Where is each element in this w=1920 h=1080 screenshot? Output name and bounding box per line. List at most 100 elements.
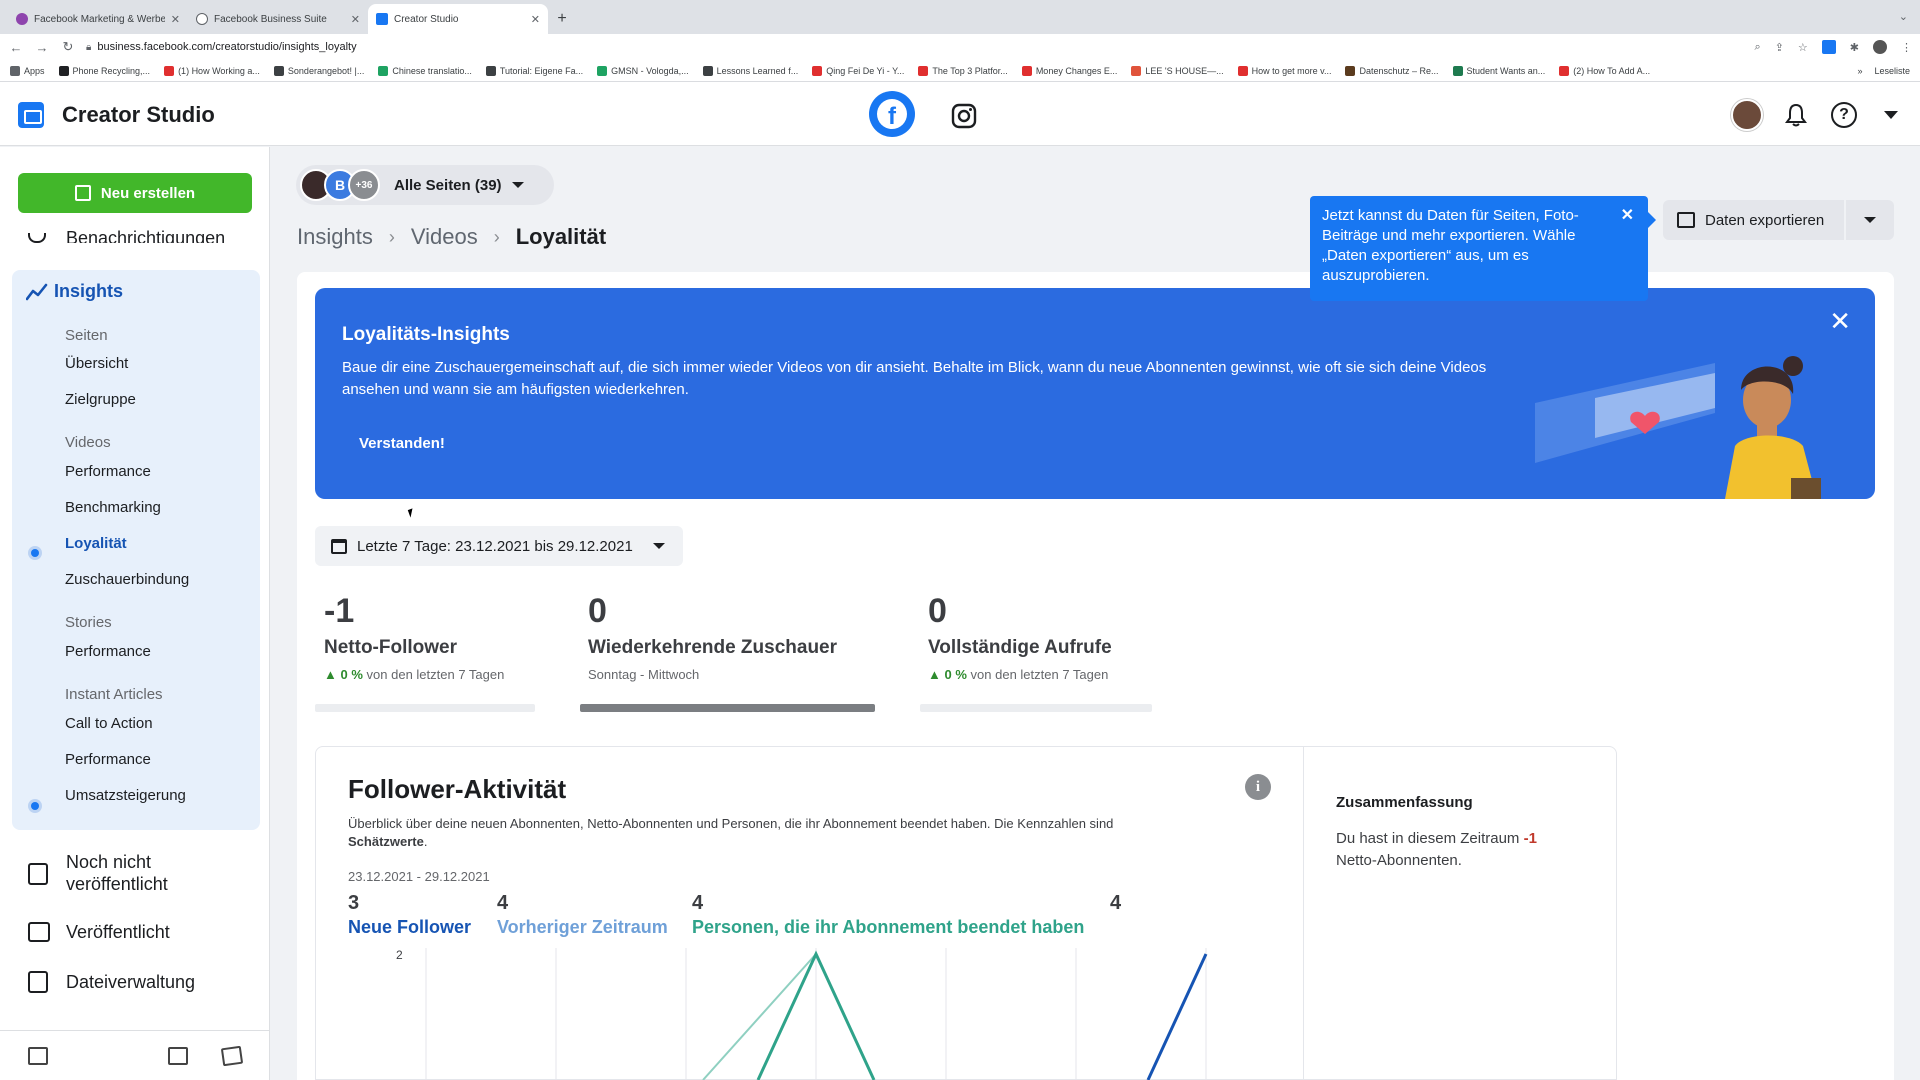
- export-data-button[interactable]: Daten exportieren: [1663, 200, 1844, 240]
- bookmark-favicon-icon: [918, 65, 929, 76]
- sidebar-item-video-performance[interactable]: Performance: [65, 463, 151, 480]
- bookmark-item[interactable]: Apps: [10, 65, 45, 76]
- sidebar-item-unpublished[interactable]: Noch nicht veröffentlicht: [66, 851, 256, 895]
- tab-close-icon[interactable]: ✕: [171, 13, 180, 26]
- share-icon[interactable]: ⇪: [1775, 41, 1784, 54]
- instagram-platform-icon[interactable]: [951, 103, 977, 129]
- sidebar-item-ia-performance[interactable]: Performance: [65, 751, 151, 768]
- sidebar-item-benchmarking[interactable]: Benchmarking: [65, 499, 161, 516]
- trend-up-icon: ▲: [928, 667, 941, 682]
- metric-returning-viewers[interactable]: 0 Wiederkehrende Zuschauer Sonntag - Mit…: [588, 592, 837, 682]
- bookmark-item[interactable]: GMSN - Vologda,...: [597, 65, 689, 76]
- sidebar-item-audience[interactable]: Zielgruppe: [65, 391, 136, 408]
- sidebar-item-files[interactable]: Dateiverwaltung: [66, 971, 195, 993]
- legend-value: 4: [497, 892, 509, 914]
- metric-sub-text: von den letzten 7 Tagen: [970, 667, 1109, 682]
- create-new-button[interactable]: Neu erstellen: [18, 173, 252, 213]
- breadcrumb-videos[interactable]: Videos: [411, 224, 478, 250]
- metric-sub-text: von den letzten 7 Tagen: [366, 667, 505, 682]
- metric-change: 0 %: [944, 667, 967, 682]
- kebab-menu-icon[interactable]: ⋮: [1901, 41, 1912, 54]
- account-dropdown-icon[interactable]: [1878, 102, 1904, 128]
- star-icon[interactable]: ☆: [1798, 41, 1808, 54]
- legend-fourth[interactable]: 4: [1110, 892, 1121, 915]
- breadcrumb-insights[interactable]: Insights: [297, 224, 373, 250]
- sidebar-item-insights[interactable]: Insights: [54, 281, 123, 302]
- reading-list[interactable]: Leseliste: [1874, 66, 1910, 76]
- sidebar-item-call-to-action[interactable]: Call to Action: [65, 715, 153, 732]
- bookmark-label: (1) How Working a...: [178, 65, 260, 76]
- more-bookmarks-icon[interactable]: »: [1857, 66, 1862, 76]
- bookmark-item[interactable]: Datenschutz – Re...: [1345, 65, 1439, 76]
- notifications-bell-icon[interactable]: [1783, 102, 1809, 128]
- zoom-icon[interactable]: ⌕: [1755, 41, 1761, 54]
- facebook-extension-icon[interactable]: [1821, 40, 1836, 54]
- summary-text: Du hast in diesem Zeitraum -1 Netto-Abonn…: [1336, 828, 1566, 872]
- bookmark-item[interactable]: (2) How To Add A...: [1559, 65, 1650, 76]
- browser-tab[interactable]: Facebook Marketing & Werbea ✕: [8, 4, 188, 34]
- sidebar-item-loyalty[interactable]: Loyalität: [65, 535, 127, 552]
- legend-previous-period[interactable]: 4 Vorheriger Zeitraum: [497, 892, 668, 938]
- export-dropdown-button[interactable]: [1846, 200, 1894, 240]
- bookmark-item[interactable]: How to get more v...: [1237, 65, 1331, 76]
- lock-icon: 🔒︎: [86, 41, 92, 53]
- bookmark-item[interactable]: Lessons Learned f...: [702, 65, 799, 76]
- tab-close-icon[interactable]: ✕: [531, 13, 540, 26]
- browser-tab[interactable]: Facebook Business Suite ✕: [188, 4, 368, 34]
- info-icon[interactable]: i: [1245, 774, 1271, 800]
- chart-date-range: 23.12.2021 - 29.12.2021: [348, 869, 490, 884]
- sidebar-item-stories-performance[interactable]: Performance: [65, 643, 151, 660]
- bookmark-item[interactable]: Chinese translatio...: [378, 65, 472, 76]
- sidebar-item-published[interactable]: Veröffentlicht: [66, 921, 170, 943]
- bookmark-item[interactable]: Phone Recycling,...: [58, 65, 150, 76]
- forward-arrow-icon[interactable]: →: [34, 40, 50, 55]
- legend-new-followers[interactable]: 3 Neue Follower: [348, 892, 471, 938]
- new-tab-icon[interactable]: +: [548, 4, 576, 34]
- bookmark-item[interactable]: LEE 'S HOUSE—...: [1131, 65, 1224, 76]
- summary-value: -1: [1523, 830, 1537, 847]
- bookmark-item[interactable]: Student Wants an...: [1452, 65, 1545, 76]
- user-avatar[interactable]: [1731, 99, 1763, 131]
- got-it-button[interactable]: Verstanden!: [359, 435, 445, 452]
- puzzle-extensions-icon[interactable]: ✱: [1850, 41, 1859, 54]
- browser-tab-active[interactable]: Creator Studio ✕: [368, 4, 548, 34]
- date-range-selector[interactable]: Letzte 7 Tage: 23.12.2021 bis 29.12.2021: [315, 526, 683, 566]
- metric-sub: ▲ 0 % von den letzten 7 Tagen: [928, 667, 1112, 682]
- bookmark-item[interactable]: The Top 3 Platfor...: [918, 65, 1008, 76]
- bookmark-item[interactable]: (1) How Working a...: [164, 65, 260, 76]
- bookmark-item[interactable]: Tutorial: Eigene Fa...: [485, 65, 583, 76]
- pages-selector[interactable]: B +36 Alle Seiten (39): [296, 165, 554, 205]
- sidebar-item-monetization[interactable]: Umsatzsteigerung: [65, 787, 186, 804]
- close-icon[interactable]: ✕: [1621, 206, 1634, 226]
- metric-net-followers[interactable]: -1 Netto-Follower ▲ 0 % von den letzten …: [324, 592, 504, 682]
- bookmark-item[interactable]: Sonderangebot! |...: [273, 65, 364, 76]
- bookmark-label: Lessons Learned f...: [716, 65, 799, 76]
- sidebar-item-retention[interactable]: Zuschauerbindung: [65, 571, 189, 588]
- sidebar-item-notifications[interactable]: Benachrichtigungen: [66, 229, 225, 243]
- breadcrumb: Insights › Videos › Loyalität: [297, 224, 606, 250]
- bookmark-item[interactable]: Money Changes E...: [1021, 65, 1117, 76]
- legend-value: 4: [1110, 892, 1122, 914]
- reload-icon[interactable]: ↻: [60, 39, 76, 55]
- notebook-icon[interactable]: [220, 1045, 244, 1067]
- profile-icon[interactable]: [1873, 40, 1887, 54]
- tab-search-chevron-icon[interactable]: ⌄: [1899, 10, 1908, 23]
- tab-title: Facebook Marketing & Werbea: [34, 13, 165, 25]
- facebook-platform-icon[interactable]: f: [869, 91, 915, 137]
- creator-studio-logo-icon[interactable]: [18, 102, 44, 128]
- legend-unsubscribed[interactable]: 4 Personen, die ihr Abonnement beendet h…: [692, 892, 1084, 938]
- bookmark-favicon-icon: [812, 65, 823, 76]
- collapse-sidebar-icon[interactable]: [28, 1047, 48, 1065]
- notifications-icon: [28, 233, 46, 243]
- bookmark-favicon-icon: [702, 65, 713, 76]
- tab-favicon-icon: [196, 13, 208, 25]
- bookmark-item[interactable]: Qing Fei De Yi - Y...: [812, 65, 904, 76]
- chevron-right-icon: ›: [388, 226, 395, 247]
- sidebar-item-overview[interactable]: Übersicht: [65, 355, 128, 372]
- metric-complete-views[interactable]: 0 Vollständige Aufrufe ▲ 0 % von den let…: [928, 592, 1112, 682]
- table-view-icon[interactable]: [168, 1047, 188, 1065]
- back-arrow-icon[interactable]: ←: [8, 40, 24, 55]
- tab-close-icon[interactable]: ✕: [351, 13, 360, 26]
- url-field[interactable]: 🔒︎ business.facebook.com/creatorstudio/i…: [86, 41, 1745, 53]
- help-icon[interactable]: ?: [1831, 102, 1857, 128]
